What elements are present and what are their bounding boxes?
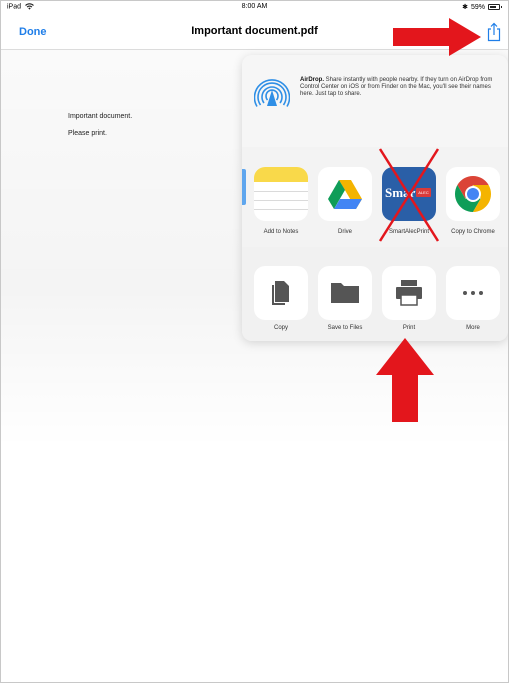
document-line-1: Important document. [68,113,133,120]
copy-to-chrome-button[interactable] [446,167,500,221]
screen: iPad 8:00 AM ✱ 59% Done Important docume… [0,0,509,683]
share-icon[interactable] [486,22,502,42]
folder-icon [331,283,359,303]
print-button[interactable] [382,266,436,320]
airdrop-title: AirDrop. [300,77,324,83]
drive-label: Drive [337,229,352,235]
apps-row: Add to Notes Drive Smart ALEC SmartAlecP… [242,147,508,248]
copy-icon [272,281,289,305]
airdrop-body: Share instantly with people nearby. If t… [300,77,493,97]
battery-percent: 59% [470,3,485,11]
share-sheet: AirDrop. Share instantly with people nea… [242,55,508,341]
more-button[interactable] [446,266,500,320]
airdrop-description: AirDrop. Share instantly with people nea… [300,77,500,98]
scroll-edge [242,169,246,205]
print-label: Print [402,325,416,331]
save-to-files-button[interactable] [318,266,372,320]
arrow-to-print-button [376,338,434,422]
copy-to-chrome-label: Copy to Chrome [451,229,495,235]
airdrop-section[interactable]: AirDrop. Share instantly with people nea… [242,55,508,148]
actions-row: Copy Save to Files Print More [242,247,508,341]
copy-button[interactable] [254,266,308,320]
battery-status: ✱ 59% [462,3,502,11]
bluetooth-icon: ✱ [462,4,468,11]
save-to-files-label: Save to Files [327,325,363,331]
printer-icon [396,280,422,306]
document-line-2: Please print. [68,130,107,137]
more-icon [446,266,500,320]
notes-icon [254,167,308,221]
drive-button[interactable] [318,167,372,221]
chrome-icon [454,176,492,212]
clock: 8:00 AM [241,3,268,10]
airdrop-icon [254,79,290,107]
arrow-to-share-icon [393,18,481,56]
copy-label: Copy [273,325,288,331]
cross-out-mark [378,148,440,242]
more-label: More [466,325,480,331]
google-drive-icon [328,180,362,209]
add-to-notes-label: Add to Notes [263,229,299,235]
battery-icon [488,4,502,10]
status-bar: iPad 8:00 AM ✱ 59% [1,1,508,15]
add-to-notes-button[interactable] [254,167,308,221]
